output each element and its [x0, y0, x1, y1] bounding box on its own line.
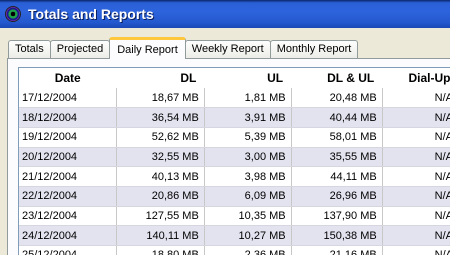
cell-dl: 18,80 MB [116, 245, 205, 255]
tab-totals[interactable]: Totals [8, 40, 51, 59]
cell-dial-up: N/A [382, 206, 450, 227]
cell-dl-ul: 26,96 MB [291, 186, 383, 207]
cell-date: 18/12/2004 [19, 107, 117, 128]
cell-dl-ul: 21,16 MB [291, 245, 383, 255]
cell-ul: 3,00 MB [204, 147, 292, 168]
column-header-ul[interactable]: UL [204, 68, 292, 88]
cell-ul: 6,09 MB [204, 186, 292, 207]
cell-date: 25/12/2004 [19, 245, 117, 255]
cell-dl: 140,11 MB [116, 225, 205, 246]
cell-dl-ul: 58,01 MB [291, 127, 383, 148]
cell-dial-up: N/A [382, 147, 450, 168]
table-row[interactable]: 21/12/200440,13 MB3,98 MB44,11 MBN/A [19, 166, 450, 187]
cell-dl-ul: 44,11 MB [291, 166, 383, 187]
cell-ul: 5,39 MB [204, 127, 292, 148]
table-row[interactable]: 20/12/200432,55 MB3,00 MB35,55 MBN/A [19, 147, 450, 168]
cell-ul: 3,98 MB [204, 166, 292, 187]
cell-date: 23/12/2004 [19, 206, 117, 227]
column-header-dl[interactable]: DL [116, 68, 205, 88]
tab-projected[interactable]: Projected [49, 40, 111, 59]
column-header-dl-ul[interactable]: DL & UL [291, 68, 383, 88]
title-bar[interactable]: Totals and Reports [0, 0, 450, 28]
cell-dl: 32,55 MB [116, 147, 205, 168]
cell-ul: 10,35 MB [204, 206, 292, 227]
cell-dl: 127,55 MB [116, 206, 205, 227]
column-header-dial-up[interactable]: Dial-Up [382, 68, 450, 88]
table-row[interactable]: 22/12/200420,86 MB6,09 MB26,96 MBN/A [19, 186, 450, 207]
table-row[interactable]: 25/12/200418,80 MB2,36 MB21,16 MBN/A [19, 245, 450, 255]
cell-dial-up: N/A [382, 107, 450, 128]
cell-dl-ul: 40,44 MB [291, 107, 383, 128]
network-monitor-icon [5, 6, 21, 22]
cell-dl-ul: 137,90 MB [291, 206, 383, 227]
cell-dl-ul: 20,48 MB [291, 88, 383, 109]
table-row[interactable]: 24/12/2004140,11 MB10,27 MB150,38 MBN/A [19, 225, 450, 246]
tab-panel: Date DL UL DL & UL Dial-Up 17/12/2004 18,… [7, 58, 450, 255]
cell-ul: 3,91 MB [204, 107, 292, 128]
table-row[interactable]: 17/12/200418,67 MB1,81 MB20,48 MBN/A [19, 88, 450, 109]
tab-monthly-report[interactable]: Monthly Report [269, 40, 359, 59]
cell-dl: 36,54 MB [116, 107, 205, 128]
cell-dial-up: N/A [382, 88, 450, 109]
cell-dl-ul: 150,38 MB [291, 225, 383, 246]
table-row[interactable]: 19/12/200452,62 MB5,39 MB58,01 MBN/A [19, 127, 450, 148]
column-header-date[interactable]: Date [19, 68, 117, 88]
cell-ul: 10,27 MB [204, 225, 292, 246]
cell-ul: 1,81 MB [204, 88, 292, 109]
cell-dl: 40,13 MB [116, 166, 205, 187]
window-title: Totals and Reports [28, 6, 154, 22]
table-row[interactable]: 23/12/2004127,55 MB10,35 MB137,90 MBN/A [19, 206, 450, 227]
cell-dl: 52,62 MB [116, 127, 205, 148]
cell-dial-up: N/A [382, 186, 450, 207]
cell-date: 19/12/2004 [19, 127, 117, 148]
cell-dl: 20,86 MB [116, 186, 205, 207]
cell-date: 17/12/2004 [19, 88, 117, 109]
cell-date: 21/12/2004 [19, 166, 117, 187]
cell-dial-up: N/A [382, 166, 450, 187]
cell-dial-up: N/A [382, 127, 450, 148]
header-row: Date DL UL DL & UL Dial-Up [19, 68, 450, 88]
cell-dl-ul: 35,55 MB [291, 147, 383, 168]
cell-date: 22/12/2004 [19, 186, 117, 207]
tab-strip: Totals Projected Daily Report Weekly Rep… [8, 37, 359, 59]
daily-report-table: Date DL UL DL & UL Dial-Up 17/12/2004 18,… [19, 68, 450, 255]
cell-date: 20/12/2004 [19, 147, 117, 168]
tab-daily-report[interactable]: Daily Report [109, 37, 186, 59]
table-row[interactable]: 18/12/200436,54 MB3,91 MB40,44 MBN/A [19, 107, 450, 128]
daily-report-grid[interactable]: Date DL UL DL & UL Dial-Up 17/12/2004 18,… [18, 67, 450, 255]
cell-ul: 2,36 MB [204, 245, 292, 255]
cell-dl: 18,67 MB [116, 88, 205, 109]
cell-dial-up: N/A [382, 245, 450, 255]
tab-weekly-report[interactable]: Weekly Report [184, 40, 271, 59]
cell-dial-up: N/A [382, 225, 450, 246]
cell-date: 24/12/2004 [19, 225, 117, 246]
